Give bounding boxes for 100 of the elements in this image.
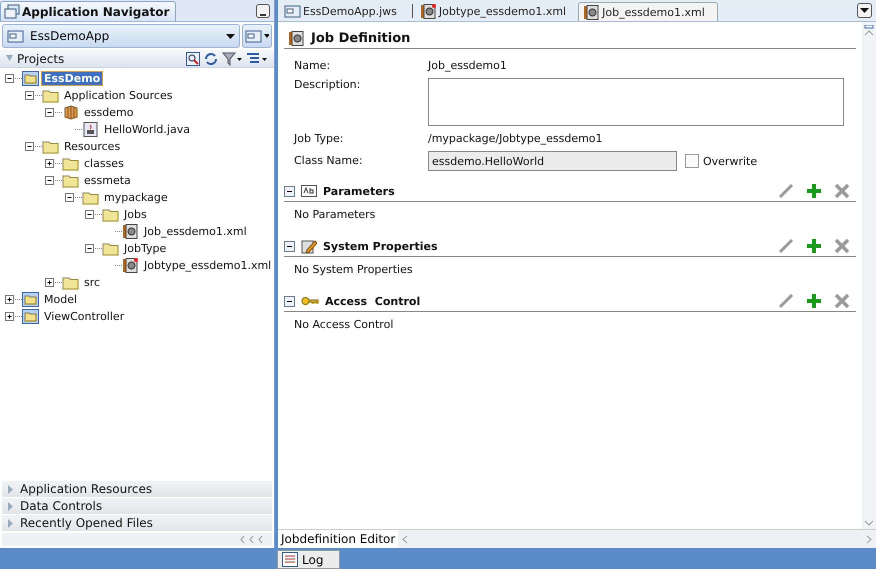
field-value: Job_essdemo1 xyxy=(428,59,507,72)
editor-tab[interactable]: EssDemoApp.jws xyxy=(280,2,409,21)
accordion-label: Application Resources xyxy=(20,482,152,496)
tree-item[interactable]: essdemo xyxy=(82,106,136,119)
collapse-icon[interactable] xyxy=(284,186,295,196)
overwrite-checkbox[interactable] xyxy=(685,154,699,168)
tree-item[interactable]: ViewController xyxy=(42,310,126,323)
delete-icon[interactable] xyxy=(834,183,850,199)
empty-message: No Access Control xyxy=(293,317,394,333)
windows-icon xyxy=(4,4,20,19)
tree-item[interactable]: Jobtype_essdemo1.xml xyxy=(142,259,274,272)
add-icon[interactable] xyxy=(806,183,822,199)
tab-list-button[interactable] xyxy=(857,3,872,18)
panel-title-text: Application Navigator xyxy=(22,4,170,18)
collapse-icon[interactable] xyxy=(284,296,295,306)
collapse-icon[interactable] xyxy=(84,209,95,220)
accordion-label: Recently Opened Files xyxy=(20,516,153,530)
tree-item[interactable]: Job_essdemo1.xml xyxy=(142,225,249,238)
expand-icon[interactable] xyxy=(44,158,55,169)
add-icon[interactable] xyxy=(806,238,822,254)
search-icon[interactable] xyxy=(186,52,200,66)
chevron-down-icon xyxy=(864,520,874,526)
job-file-icon xyxy=(583,4,600,20)
tree-item[interactable]: Resources xyxy=(62,140,122,153)
vertical-scrollbar[interactable] xyxy=(862,22,876,529)
expand-icon[interactable] xyxy=(4,294,15,305)
section-title: System Properties xyxy=(323,240,438,252)
collapse-icon[interactable] xyxy=(44,175,55,186)
tree-item[interactable]: src xyxy=(82,276,102,289)
section-label: Projects xyxy=(17,52,66,66)
accordion-header[interactable]: Application Resources xyxy=(2,481,272,497)
list-options-icon[interactable] xyxy=(246,52,268,66)
edit-icon[interactable] xyxy=(778,238,794,254)
job-file-icon xyxy=(288,30,305,46)
window-icon xyxy=(245,28,262,44)
java-file-icon xyxy=(82,122,99,137)
edit-icon[interactable] xyxy=(778,183,794,199)
folder-icon xyxy=(42,139,59,154)
window-icon xyxy=(7,28,24,44)
window-icon xyxy=(284,4,301,19)
collapse-icon[interactable] xyxy=(284,240,295,252)
tree-item[interactable]: essmeta xyxy=(82,174,133,187)
collapse-icon[interactable] xyxy=(84,243,95,254)
accordion-header[interactable]: Data Controls xyxy=(2,498,272,514)
tree-item[interactable]: JobType xyxy=(122,242,168,255)
field-label: Description: xyxy=(294,78,362,91)
empty-message: No Parameters xyxy=(293,207,376,223)
key-icon xyxy=(301,296,319,306)
minimize-icon xyxy=(260,14,266,17)
editor-tab[interactable]: Job_essdemo1.xml xyxy=(578,2,718,21)
section-title: Access Control xyxy=(325,294,422,308)
project-icon xyxy=(22,309,39,324)
properties-icon xyxy=(301,238,317,254)
collapse-icon[interactable] xyxy=(24,90,35,101)
tree-item[interactable]: classes xyxy=(82,157,126,170)
folder-icon xyxy=(102,207,119,222)
collapse-icon[interactable] xyxy=(64,192,75,203)
field-label: Class Name: xyxy=(294,153,364,167)
tree-item[interactable]: HelloWorld.java xyxy=(102,123,192,136)
collapse-icon[interactable] xyxy=(44,107,55,118)
folder-icon xyxy=(82,190,99,205)
editor-tab[interactable]: Jobtype_essdemo1.xml xyxy=(416,2,578,21)
checkbox-label: Overwrite xyxy=(703,154,758,168)
refresh-icon[interactable] xyxy=(204,52,218,66)
accordion-header[interactable]: Recently Opened Files xyxy=(2,515,272,531)
tree-item[interactable]: Application Sources xyxy=(62,89,174,102)
minimize-button[interactable] xyxy=(256,4,270,18)
empty-message: No System Properties xyxy=(293,262,414,278)
caret-icon xyxy=(226,34,235,38)
folder-icon xyxy=(62,156,79,171)
collapse-icon[interactable] xyxy=(24,141,35,152)
filter-icon[interactable] xyxy=(222,52,242,66)
scrollbar[interactable] xyxy=(2,533,272,546)
tree-item[interactable]: mypackage xyxy=(102,191,170,204)
expand-icon[interactable] xyxy=(4,311,15,322)
field-value: /mypackage/Jobtype_essdemo1 xyxy=(428,132,603,145)
folder-icon xyxy=(62,173,79,188)
delete-icon[interactable] xyxy=(834,293,850,309)
log-tab[interactable]: Log xyxy=(277,550,340,569)
description-field[interactable] xyxy=(428,78,844,126)
tree-item[interactable]: Model xyxy=(42,293,80,306)
class-name-field[interactable]: essdemo.HelloWorld xyxy=(428,151,677,171)
view-menu-button[interactable] xyxy=(242,24,272,48)
tree-item[interactable]: EssDemo xyxy=(42,72,102,85)
project-icon xyxy=(22,71,39,86)
package-icon xyxy=(62,105,79,120)
text-field-icon xyxy=(301,185,317,197)
folder-icon xyxy=(42,88,59,103)
tree-item[interactable]: Jobs xyxy=(122,208,149,221)
folder-icon xyxy=(102,241,119,256)
expand-icon[interactable] xyxy=(44,277,55,288)
add-icon[interactable] xyxy=(806,293,822,309)
editor-heading: Job Definition xyxy=(311,30,410,46)
collapse-icon[interactable] xyxy=(4,73,15,84)
field-label: Job Type: xyxy=(294,132,344,145)
delete-icon[interactable] xyxy=(834,238,850,254)
edit-icon[interactable] xyxy=(778,293,794,309)
application-dropdown[interactable]: EssDemoApp xyxy=(2,24,240,48)
field-label: Name: xyxy=(294,59,332,72)
editor-mode-tab[interactable]: Jobdefinition Editor xyxy=(278,530,398,548)
